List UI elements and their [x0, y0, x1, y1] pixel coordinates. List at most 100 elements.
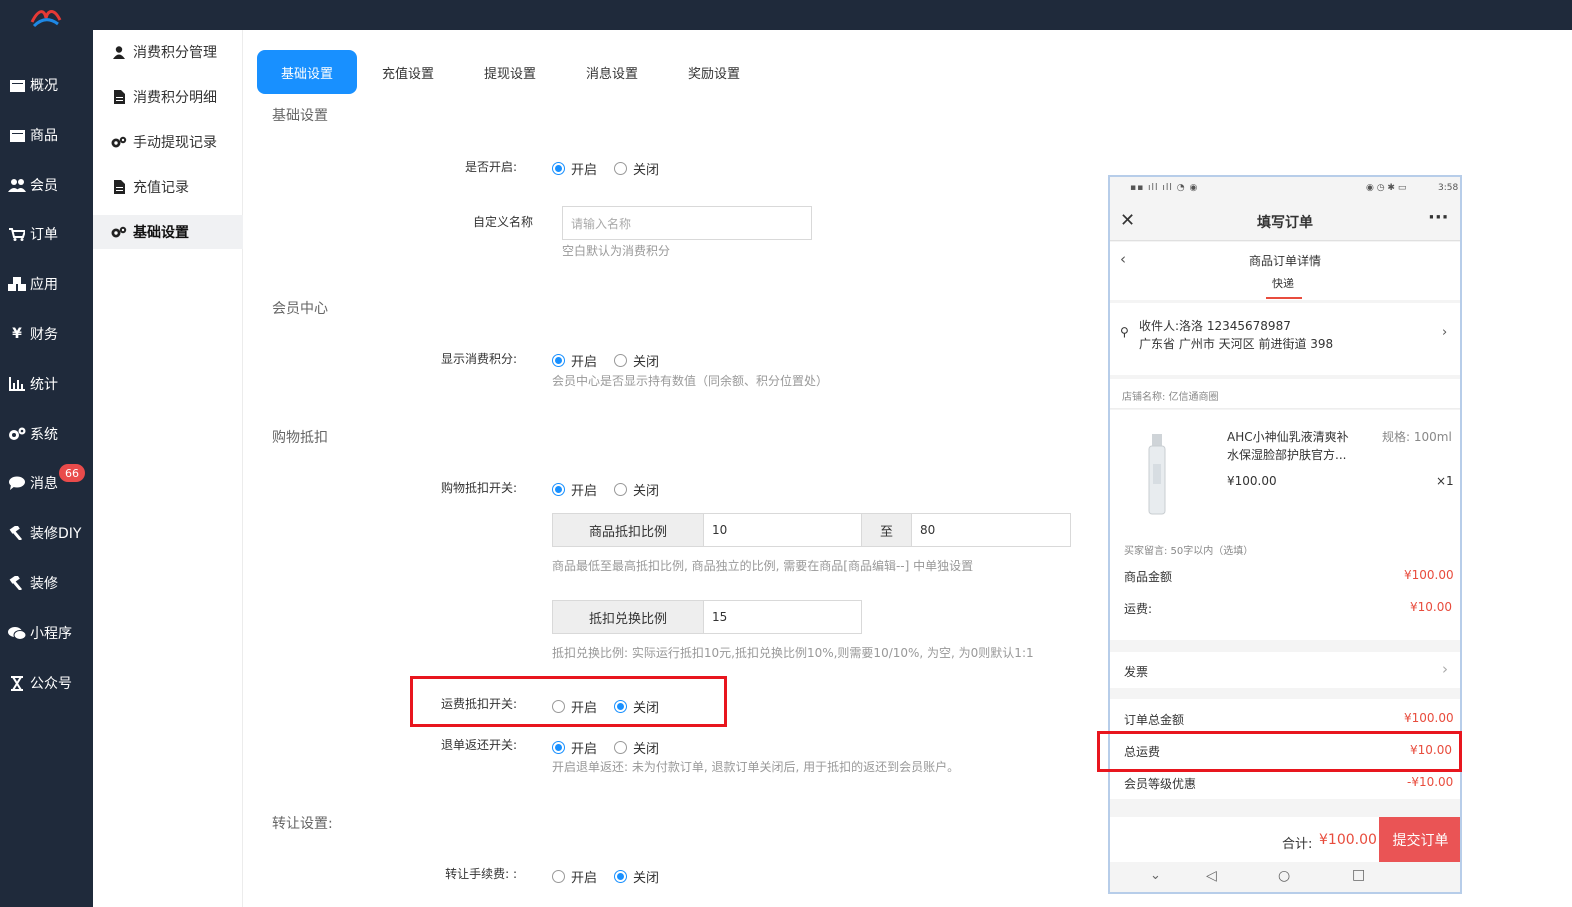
member-discount-value: -¥10.00: [1407, 775, 1454, 789]
nav-item-system[interactable]: 系统: [0, 419, 93, 449]
nav-item-overview[interactable]: 概况: [0, 70, 93, 100]
show-points-on-radio[interactable]: 开启: [552, 351, 597, 370]
enable-on-radio[interactable]: 开启: [552, 159, 597, 178]
radio-dot: [614, 483, 627, 496]
freight-label: 运费:: [1124, 602, 1153, 616]
users-icon: [8, 177, 26, 193]
freight-off-radio[interactable]: 关闭: [614, 697, 659, 716]
product-name-line2: 水保湿脸部护肤官方...: [1227, 448, 1347, 462]
deduct-on-radio[interactable]: 开启: [552, 480, 597, 499]
message-count-badge: 66: [59, 464, 85, 482]
chevron-right-icon: ›: [1442, 660, 1448, 678]
section-title-deduct: 购物抵扣: [272, 430, 328, 446]
radio-dot: [614, 700, 627, 713]
sum-label: 合计:: [1282, 837, 1313, 852]
nav-item-messages[interactable]: 消息 66: [0, 464, 93, 498]
nav-item-decor[interactable]: 装修: [0, 568, 93, 598]
total-freight-highlight-box: [1097, 731, 1462, 772]
show-points-off-radio[interactable]: 关闭: [614, 351, 659, 370]
cart-icon: [8, 226, 26, 242]
phone-subtitle: 商品订单详情: [1248, 254, 1321, 268]
back-triangle-icon[interactable]: ◁: [1206, 868, 1217, 884]
hammer-icon: [8, 525, 26, 541]
phone-submit-bar: 合计: ¥100.00 提交订单: [1110, 817, 1460, 862]
radio-dot: [614, 870, 627, 883]
phone-preview: ▪▪ ıll ıll ◔ ◉ ◉ ◷ ✱ ▭ 3:58 ✕ 填写订单 ··· ‹…: [1108, 175, 1462, 894]
subnav-withdraw-records[interactable]: 手动提现记录: [93, 125, 243, 159]
nav-item-orders[interactable]: 订单: [0, 219, 93, 249]
phone-subheader: ‹ 商品订单详情: [1110, 242, 1460, 278]
enable-off-radio[interactable]: 关闭: [614, 159, 659, 178]
radio-dot: [552, 162, 565, 175]
goods-amount-label: 商品金额: [1124, 570, 1173, 584]
deduct-ratio-to-addon: 至: [861, 513, 912, 547]
transfer-off-radio[interactable]: 关闭: [614, 867, 659, 886]
nav-item-miniprogram[interactable]: 小程序: [0, 618, 93, 648]
freight-value: ¥10.00: [1410, 600, 1452, 614]
nav-item-goods[interactable]: 商品: [0, 120, 93, 150]
invoice-row[interactable]: 发票 ›: [1110, 652, 1460, 688]
refund-on-radio[interactable]: 开启: [552, 738, 597, 757]
nav-item-decor-diy[interactable]: 装修DIY: [0, 518, 93, 548]
deduct-ratio-help: 商品最低至最高抵扣比例, 商品独立的比例, 需要在商品[商品编辑--] 中单独设…: [552, 559, 974, 573]
order-total-value: ¥100.00: [1404, 711, 1454, 725]
subnav-basic-settings[interactable]: 基础设置: [93, 215, 243, 249]
freight-on-radio[interactable]: 开启: [552, 697, 597, 716]
user-icon: [111, 44, 127, 60]
tab-message-settings[interactable]: 消息设置: [567, 50, 657, 94]
dashboard-icon: [8, 77, 26, 93]
brand-logo: [30, 10, 62, 28]
subnav-points-manage[interactable]: 消费积分管理: [93, 35, 243, 69]
radio-dot: [614, 162, 627, 175]
goods-icon: [8, 127, 26, 143]
subnav-recharge-records[interactable]: 充值记录: [93, 170, 243, 204]
show-points-label: 显示消费积分:: [440, 352, 517, 366]
exchange-ratio-help: 抵扣兑换比例: 实际运行抵扣10元,抵扣兑换比例10%,则需要10/10%, 为…: [552, 646, 1034, 660]
order-total-label: 订单总金额: [1124, 713, 1185, 727]
yen-icon: ¥: [12, 326, 22, 342]
sum-value: ¥100.00: [1319, 832, 1377, 848]
phone-status-bar: ▪▪ ıll ıll ◔ ◉ ◉ ◷ ✱ ▭ 3:58: [1110, 177, 1460, 201]
product-spec: 规格: 100ml: [1382, 430, 1452, 444]
exchange-ratio-addon: 抵扣兑换比例: [552, 600, 704, 634]
deduct-off-radio[interactable]: 关闭: [614, 480, 659, 499]
show-points-help: 会员中心是否显示持有数值（同余额、积分位置处）: [552, 374, 829, 388]
radio-dot: [552, 741, 565, 754]
home-circle-icon[interactable]: ○: [1278, 868, 1290, 884]
subnav-points-detail[interactable]: 消费积分明细: [93, 80, 243, 114]
buyer-message[interactable]: 买家留言: 50字以内（选填）: [1124, 542, 1253, 557]
exchange-ratio-input[interactable]: 15: [703, 600, 862, 634]
transfer-on-radio[interactable]: 开启: [552, 867, 597, 886]
nav-item-members[interactable]: 会员: [0, 170, 93, 200]
deduct-ratio-min-input[interactable]: 10: [703, 513, 863, 547]
more-icon[interactable]: ···: [1428, 207, 1449, 228]
custom-name-input[interactable]: 请输入名称: [562, 206, 812, 240]
delivery-tab-strip: 快递: [1110, 278, 1460, 300]
freight-deduct-label: 运费抵扣开关:: [440, 697, 517, 711]
address-card[interactable]: ⚲ 收件人:洛洛 12345678987 广东省 广州市 天河区 前进街道 39…: [1110, 303, 1460, 375]
status-time: 3:58: [1438, 183, 1459, 193]
tab-recharge-settings[interactable]: 充值设置: [363, 50, 453, 94]
deduct-ratio-max-input[interactable]: 80: [911, 513, 1071, 547]
tab-basic-settings[interactable]: 基础设置: [257, 50, 357, 94]
recents-square-icon[interactable]: □: [1352, 867, 1365, 883]
chart-icon: [8, 376, 26, 392]
delivery-tab[interactable]: 快递: [1272, 278, 1294, 291]
gears-icon: [111, 224, 127, 240]
phone-title: 填写订单: [1257, 215, 1313, 231]
submit-order-button[interactable]: 提交订单: [1379, 817, 1460, 862]
nav-item-stats[interactable]: 统计: [0, 369, 93, 399]
deduct-ratio-addon: 商品抵扣比例: [552, 513, 704, 547]
nav-item-apps[interactable]: 应用: [0, 269, 93, 299]
refund-off-radio[interactable]: 关闭: [614, 738, 659, 757]
phone-title-bar: ✕ 填写订单 ···: [1110, 201, 1460, 241]
address-text: 广东省 广州市 天河区 前进街道 398: [1139, 337, 1334, 351]
member-discount-label: 会员等级优惠: [1124, 777, 1197, 791]
product-card: AHC小神仙乳液清爽补 水保湿脸部护肤官方... 规格: 100ml ¥100.…: [1110, 410, 1460, 640]
tab-reward-settings[interactable]: 奖励设置: [669, 50, 759, 94]
chevron-down-icon[interactable]: ⌄: [1150, 868, 1161, 883]
tab-withdraw-settings[interactable]: 提现设置: [465, 50, 555, 94]
chevron-right-icon: ›: [1442, 325, 1448, 340]
nav-item-finance[interactable]: ¥ 财务: [0, 319, 93, 349]
nav-item-official-account[interactable]: 公众号: [0, 668, 93, 698]
